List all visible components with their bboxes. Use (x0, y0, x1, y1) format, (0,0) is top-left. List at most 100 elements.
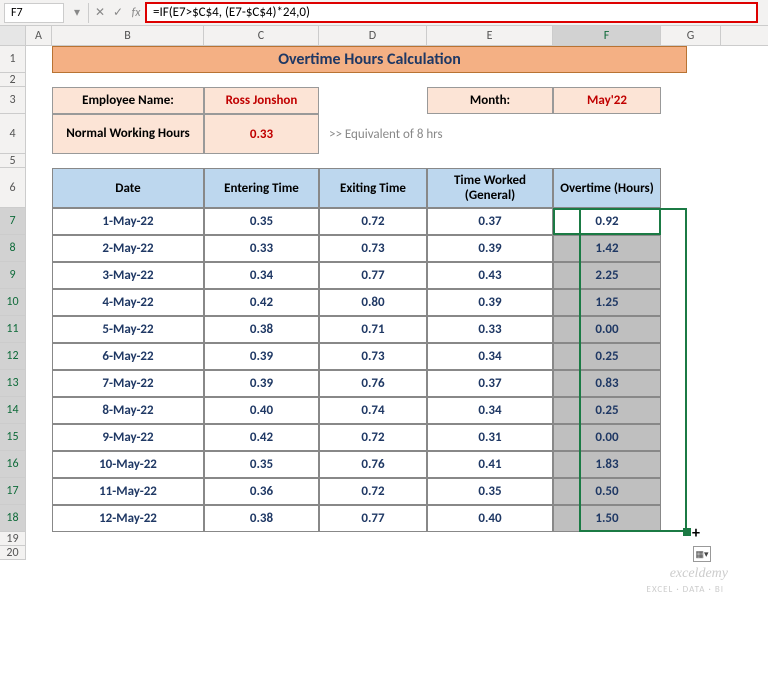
cell-overtime[interactable]: 0.00 (553, 316, 661, 343)
cell-date[interactable]: 10-May-22 (52, 451, 204, 478)
row-header[interactable]: 18 (0, 505, 26, 532)
cell-overtime[interactable]: 0.50 (553, 478, 661, 505)
col-header-D[interactable]: D (319, 26, 427, 45)
row-header[interactable]: 17 (0, 478, 26, 505)
cell-exiting[interactable]: 0.71 (319, 316, 427, 343)
cell-worked[interactable]: 0.40 (427, 505, 553, 532)
cell-exiting[interactable]: 0.72 (319, 478, 427, 505)
cell-entering[interactable]: 0.35 (204, 208, 319, 235)
cell-overtime[interactable]: 2.25 (553, 262, 661, 289)
dropdown-icon[interactable]: ▾ (68, 5, 86, 20)
cell-exiting[interactable]: 0.74 (319, 397, 427, 424)
cell-entering[interactable]: 0.40 (204, 397, 319, 424)
row-header[interactable]: 8 (0, 235, 26, 262)
cell-overtime[interactable]: 0.83 (553, 370, 661, 397)
col-header-F[interactable]: F (553, 26, 661, 45)
cell-date[interactable]: 6-May-22 (52, 343, 204, 370)
th-entering[interactable]: Entering Time (204, 168, 319, 208)
cell-worked[interactable]: 0.34 (427, 397, 553, 424)
autofill-options-button[interactable]: ▦▾ (693, 546, 711, 562)
th-date[interactable]: Date (52, 168, 204, 208)
cell-exiting[interactable]: 0.77 (319, 262, 427, 289)
row-header[interactable]: 6 (0, 168, 26, 208)
row-header[interactable]: 9 (0, 262, 26, 289)
check-icon[interactable]: ✓ (109, 5, 127, 20)
normal-hours-value[interactable]: 0.33 (204, 114, 319, 154)
row-header[interactable]: 12 (0, 343, 26, 370)
row-header[interactable]: 11 (0, 316, 26, 343)
col-header-E[interactable]: E (427, 26, 553, 45)
cell-worked[interactable]: 0.37 (427, 370, 553, 397)
cell-entering[interactable]: 0.33 (204, 235, 319, 262)
row-header[interactable]: 3 (0, 87, 26, 114)
formula-input[interactable]: =IF(E7>$C$4, (E7-$C$4)*24,0) (145, 2, 758, 23)
row-header[interactable]: 2 (0, 73, 26, 87)
cell-date[interactable]: 12-May-22 (52, 505, 204, 532)
cell-overtime[interactable]: 0.25 (553, 343, 661, 370)
cell-date[interactable]: 11-May-22 (52, 478, 204, 505)
cell-overtime[interactable]: 1.50 (553, 505, 661, 532)
cell-entering[interactable]: 0.42 (204, 424, 319, 451)
cell-entering[interactable]: 0.38 (204, 505, 319, 532)
cancel-icon[interactable]: ✕ (91, 5, 109, 20)
cell-entering[interactable]: 0.39 (204, 343, 319, 370)
cell-date[interactable]: 8-May-22 (52, 397, 204, 424)
cell-date[interactable]: 9-May-22 (52, 424, 204, 451)
th-overtime[interactable]: Overtime (Hours) (553, 168, 661, 208)
fill-handle[interactable] (683, 528, 691, 536)
cell-overtime[interactable]: 0.00 (553, 424, 661, 451)
cell-worked[interactable]: 0.41 (427, 451, 553, 478)
cell-worked[interactable]: 0.35 (427, 478, 553, 505)
cell-entering[interactable]: 0.35 (204, 451, 319, 478)
row-header[interactable]: 20 (0, 546, 26, 560)
cell-date[interactable]: 4-May-22 (52, 289, 204, 316)
row-header[interactable]: 16 (0, 451, 26, 478)
cell-exiting[interactable]: 0.80 (319, 289, 427, 316)
select-all-corner[interactable] (0, 26, 26, 45)
cell-date[interactable]: 1-May-22 (52, 208, 204, 235)
cell-worked[interactable]: 0.33 (427, 316, 553, 343)
cell-exiting[interactable]: 0.72 (319, 424, 427, 451)
cell-worked[interactable]: 0.37 (427, 208, 553, 235)
cell-exiting[interactable]: 0.76 (319, 370, 427, 397)
cell-overtime[interactable]: 1.25 (553, 289, 661, 316)
cell-entering[interactable]: 0.34 (204, 262, 319, 289)
th-worked[interactable]: Time Worked (General) (427, 168, 553, 208)
employee-name-value[interactable]: Ross Jonshon (204, 87, 319, 114)
cell-entering[interactable]: 0.42 (204, 289, 319, 316)
month-value[interactable]: May'22 (553, 87, 661, 114)
cell-overtime[interactable]: 1.42 (553, 235, 661, 262)
row-header[interactable]: 15 (0, 424, 26, 451)
cell-worked[interactable]: 0.39 (427, 235, 553, 262)
row-header[interactable]: 5 (0, 154, 26, 168)
row-header[interactable]: 4 (0, 114, 26, 154)
cell-date[interactable]: 3-May-22 (52, 262, 204, 289)
row-header[interactable]: 13 (0, 370, 26, 397)
cell-exiting[interactable]: 0.76 (319, 451, 427, 478)
row-header[interactable]: 1 (0, 46, 26, 73)
name-box[interactable]: F7 (4, 3, 64, 23)
cell-exiting[interactable]: 0.77 (319, 505, 427, 532)
row-header[interactable]: 14 (0, 397, 26, 424)
cell-exiting[interactable]: 0.72 (319, 208, 427, 235)
col-header-B[interactable]: B (52, 26, 204, 45)
col-header-G[interactable]: G (661, 26, 721, 45)
cell-worked[interactable]: 0.31 (427, 424, 553, 451)
cell-worked[interactable]: 0.34 (427, 343, 553, 370)
cell-worked[interactable]: 0.43 (427, 262, 553, 289)
cell-date[interactable]: 2-May-22 (52, 235, 204, 262)
cell-exiting[interactable]: 0.73 (319, 343, 427, 370)
fx-icon[interactable]: fx (127, 6, 145, 20)
row-header[interactable]: 19 (0, 532, 26, 546)
cell-overtime[interactable]: 1.83 (553, 451, 661, 478)
cell-overtime[interactable]: 0.92 (553, 208, 661, 235)
row-header[interactable]: 10 (0, 289, 26, 316)
cell-date[interactable]: 7-May-22 (52, 370, 204, 397)
cell-entering[interactable]: 0.39 (204, 370, 319, 397)
cell-overtime[interactable]: 0.25 (553, 397, 661, 424)
cell-entering[interactable]: 0.38 (204, 316, 319, 343)
cell-worked[interactable]: 0.39 (427, 289, 553, 316)
th-exiting[interactable]: Exiting Time (319, 168, 427, 208)
cell-date[interactable]: 5-May-22 (52, 316, 204, 343)
col-header-C[interactable]: C (204, 26, 319, 45)
